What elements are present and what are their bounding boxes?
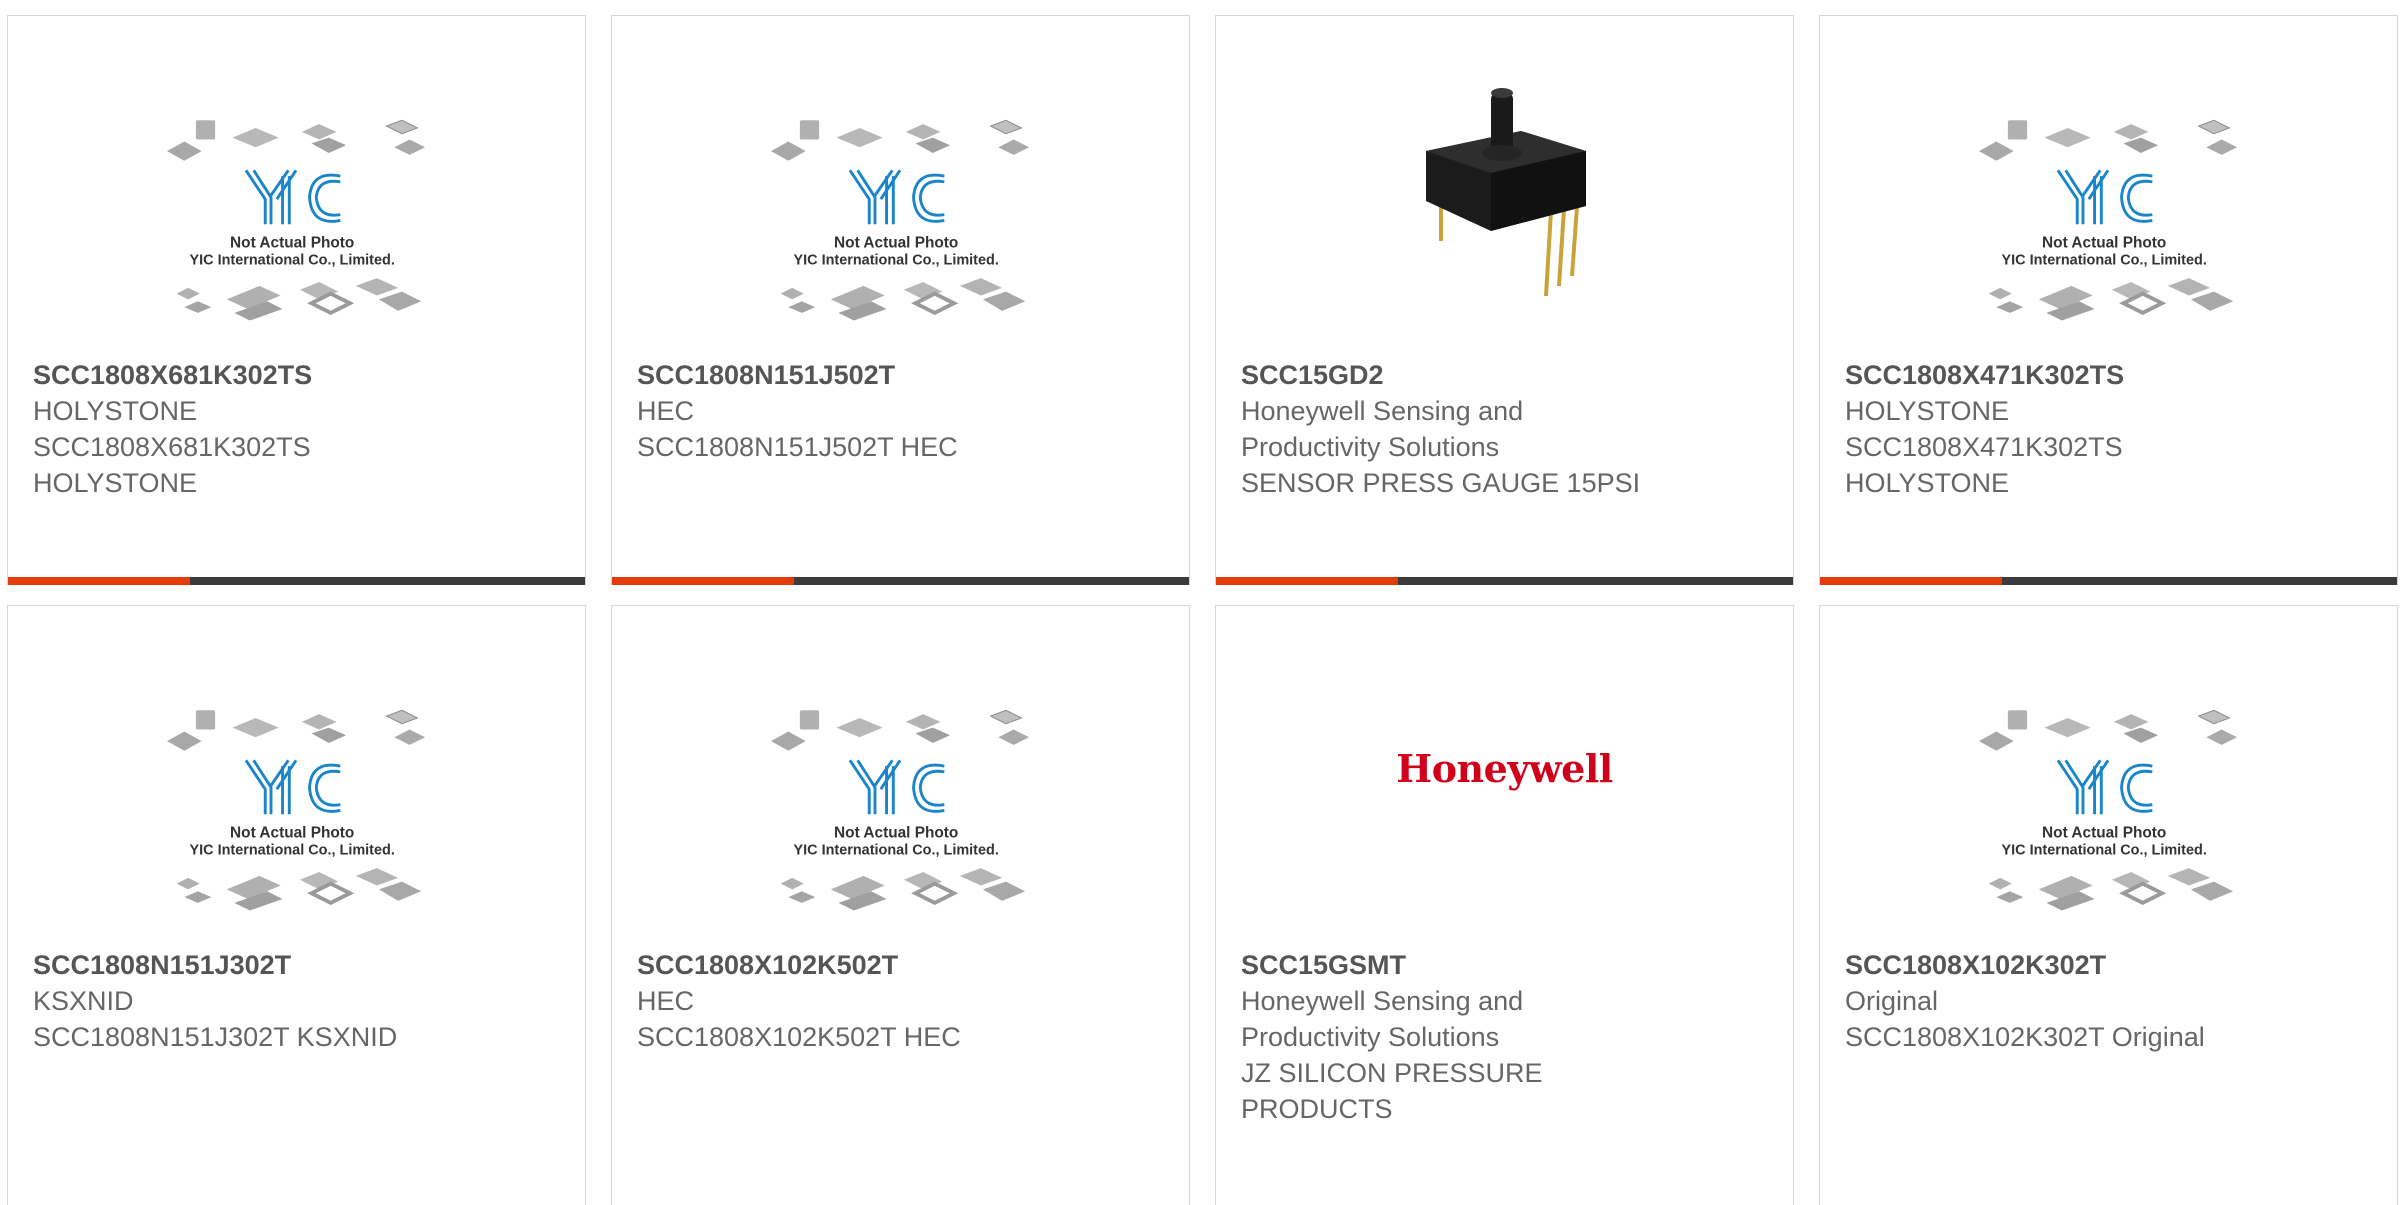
part-number-link[interactable]: SCC1808N151J302T	[33, 947, 565, 983]
card-accent-bar	[1216, 577, 1793, 585]
not-actual-photo-placeholder-icon	[771, 118, 1031, 323]
manufacturer-cont: Productivity Solutions	[1241, 432, 1500, 462]
description-line: SCC1808N151J302T KSXNID	[33, 1022, 398, 1052]
part-number-link[interactable]: SCC15GD2	[1241, 357, 1773, 393]
not-actual-photo-placeholder-icon	[1979, 118, 2239, 323]
product-card[interactable]: SCC15GD2 Honeywell Sensing and Productiv…	[1215, 15, 1794, 585]
description-line: SCC1808N151J502T HEC	[637, 432, 958, 462]
product-card[interactable]: SCC1808N151J502T HEC SCC1808N151J502T HE…	[611, 15, 1190, 585]
manufacturer-cont: Productivity Solutions	[1241, 1022, 1500, 1052]
description-line: SCC1808X102K502T HEC	[637, 1022, 961, 1052]
card-accent-bar	[1820, 577, 2397, 585]
product-image[interactable]	[8, 16, 585, 356]
part-number-link[interactable]: SCC1808X471K302TS	[1845, 357, 2377, 393]
manufacturer: Original	[1845, 986, 1939, 1016]
not-actual-photo-placeholder-icon	[771, 708, 1031, 913]
manufacturer: HOLYSTONE	[33, 396, 198, 426]
product-image[interactable]	[1820, 606, 2397, 946]
product-image[interactable]	[612, 606, 1189, 946]
manufacturer: Honeywell Sensing and	[1241, 396, 1524, 426]
part-number-link[interactable]: SCC1808X102K502T	[637, 947, 1169, 983]
product-card[interactable]: SCC1808N151J302T KSXNID SCC1808N151J302T…	[7, 605, 586, 1205]
manufacturer: Honeywell Sensing and	[1241, 986, 1524, 1016]
product-card[interactable]: SCC1808X471K302TS HOLYSTONE SCC1808X471K…	[1819, 15, 2398, 585]
description-line: SCC1808X681K302TS	[33, 432, 311, 462]
not-actual-photo-placeholder-icon	[167, 708, 427, 913]
part-number-link[interactable]: SCC1808X102K302T	[1845, 947, 2377, 983]
manufacturer: HEC	[637, 986, 695, 1016]
description-line: SCC1808X471K302TS	[1845, 432, 2123, 462]
not-actual-photo-placeholder-icon	[167, 118, 427, 323]
not-actual-photo-placeholder-icon	[1979, 708, 2239, 913]
manufacturer: KSXNID	[33, 986, 134, 1016]
honeywell-logo: Honeywell	[1396, 746, 1613, 791]
description-line: JZ SILICON PRESSURE	[1241, 1058, 1543, 1088]
product-card[interactable]: SCC1808X102K502T HEC SCC1808X102K502T HE…	[611, 605, 1190, 1205]
product-card[interactable]: SCC1808X681K302TS HOLYSTONE SCC1808X681K…	[7, 15, 586, 585]
product-card[interactable]: Honeywell SCC15GSMT Honeywell Sensing an…	[1215, 605, 1794, 1205]
product-grid: SCC1808X681K302TS HOLYSTONE SCC1808X681K…	[0, 0, 2400, 1205]
manufacturer: HOLYSTONE	[1845, 396, 2010, 426]
description-line: PRODUCTS	[1241, 1094, 1393, 1124]
product-image[interactable]	[8, 606, 585, 946]
manufacturer: HEC	[637, 396, 695, 426]
product-image[interactable]	[1216, 16, 1793, 356]
card-accent-bar	[612, 577, 1189, 585]
part-number-link[interactable]: SCC1808N151J502T	[637, 357, 1169, 393]
part-number-link[interactable]: SCC15GSMT	[1241, 947, 1773, 983]
description-line: HOLYSTONE	[33, 468, 198, 498]
description-line: HOLYSTONE	[1845, 468, 2010, 498]
product-card[interactable]: SCC1808X102K302T Original SCC1808X102K30…	[1819, 605, 2398, 1205]
product-image[interactable]	[1820, 16, 2397, 356]
product-image[interactable]	[612, 16, 1189, 356]
description-line: SCC1808X102K302T Original	[1845, 1022, 2205, 1052]
part-number-link[interactable]: SCC1808X681K302TS	[33, 357, 565, 393]
card-accent-bar	[8, 577, 585, 585]
description-line: SENSOR PRESS GAUGE 15PSI	[1241, 468, 1641, 498]
product-image[interactable]: Honeywell	[1216, 606, 1793, 946]
pressure-sensor-photo-icon	[1426, 88, 1586, 297]
